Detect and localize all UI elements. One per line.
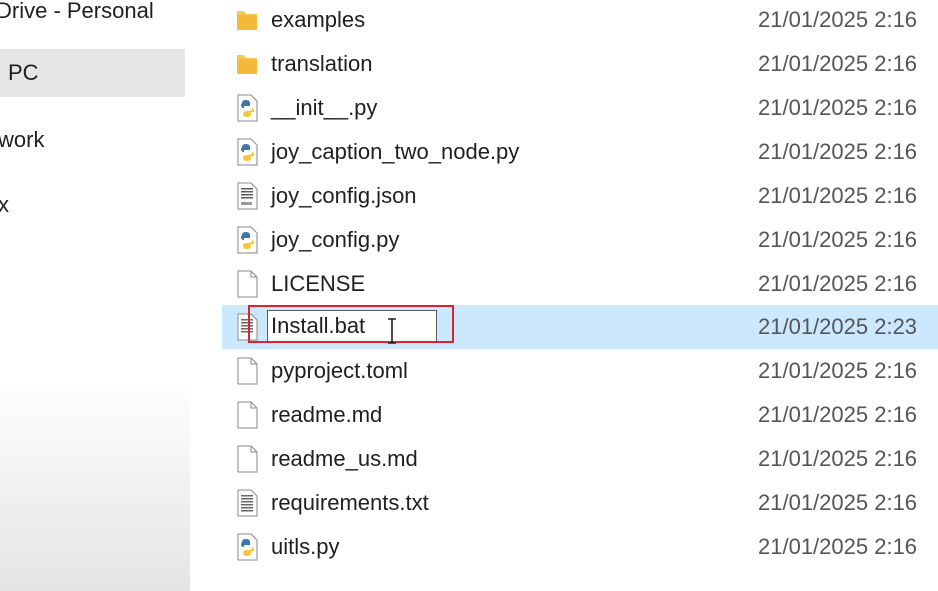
file-date: 21/01/2025 2:16: [758, 271, 918, 296]
file-row-readme-us-md[interactable]: readme_us.md 21/01/2025 2:16: [222, 437, 938, 481]
python-file-icon: [237, 533, 258, 561]
file-row-requirements-txt[interactable]: requirements.txt 21/01/2025 2:16: [222, 481, 938, 525]
file-row-joy-caption-two-node-py[interactable]: joy_caption_two_node.py 21/01/2025 2:16: [222, 130, 938, 174]
python-file-icon: [237, 94, 258, 122]
file-name: joy_config.py: [271, 227, 400, 252]
file-name: LICENSE: [271, 271, 366, 296]
file-name: uitls.py: [271, 534, 340, 559]
file-date: 21/01/2025 2:23: [758, 314, 918, 339]
file-date: 21/01/2025 2:16: [758, 183, 918, 208]
file-name: translation: [271, 51, 373, 76]
blank-file-icon: [237, 445, 258, 473]
file-row-license[interactable]: LICENSE 21/01/2025 2:16: [222, 262, 938, 306]
file-date: 21/01/2025 2:16: [758, 490, 918, 515]
json-file-icon: [237, 182, 258, 210]
folder-icon: [237, 55, 257, 74]
file-row-joy-config-py[interactable]: joy_config.py 21/01/2025 2:16: [222, 218, 938, 262]
blank-file-icon: [237, 401, 258, 429]
file-date: 21/01/2025 2:16: [758, 402, 918, 427]
file-name: __init__.py: [271, 95, 378, 120]
file-name: readme_us.md: [271, 446, 418, 471]
file-date: 21/01/2025 2:16: [758, 534, 918, 559]
rename-input-text: Install.bat: [271, 313, 366, 338]
file-name: requirements.txt: [271, 490, 429, 515]
file-name: examples: [271, 7, 366, 32]
file-row-pyproject-toml[interactable]: pyproject.toml 21/01/2025 2:16: [222, 349, 938, 393]
file-row-readme-md[interactable]: readme.md 21/01/2025 2:16: [222, 393, 938, 437]
file-date: 21/01/2025 2:16: [758, 7, 918, 32]
file-list: examples 21/01/2025 2:16 translation 21/…: [0, 0, 938, 591]
file-date: 21/01/2025 2:16: [758, 95, 918, 120]
file-date: 21/01/2025 2:16: [758, 446, 918, 471]
file-name: readme.md: [271, 402, 383, 427]
text-file-icon: [237, 489, 258, 517]
file-name: joy_config.json: [271, 183, 417, 208]
python-file-icon: [237, 138, 258, 166]
folder-icon: [237, 11, 257, 30]
blank-file-icon: [237, 270, 258, 298]
python-file-icon: [237, 226, 258, 254]
file-name: pyproject.toml: [271, 358, 408, 383]
file-date: 21/01/2025 2:16: [758, 358, 918, 383]
rename-input[interactable]: Install.bat: [267, 310, 437, 342]
file-row-translation[interactable]: translation 21/01/2025 2:16: [222, 42, 938, 86]
file-row-joy-config-json[interactable]: joy_config.json 21/01/2025 2:16: [222, 174, 938, 218]
batch-file-icon: [237, 313, 258, 341]
file-date: 21/01/2025 2:16: [758, 139, 918, 164]
file-row-uitls-py[interactable]: uitls.py 21/01/2025 2:16: [222, 525, 938, 569]
file-row-examples[interactable]: examples 21/01/2025 2:16: [222, 0, 938, 42]
file-date: 21/01/2025 2:16: [758, 227, 918, 252]
file-row-install-bat[interactable]: Install.bat 21/01/2025 2:23: [222, 305, 938, 349]
file-name: joy_caption_two_node.py: [271, 139, 520, 164]
file-date: 21/01/2025 2:16: [758, 51, 918, 76]
blank-file-icon: [237, 357, 258, 385]
file-row-init-py[interactable]: __init__.py 21/01/2025 2:16: [222, 86, 938, 130]
